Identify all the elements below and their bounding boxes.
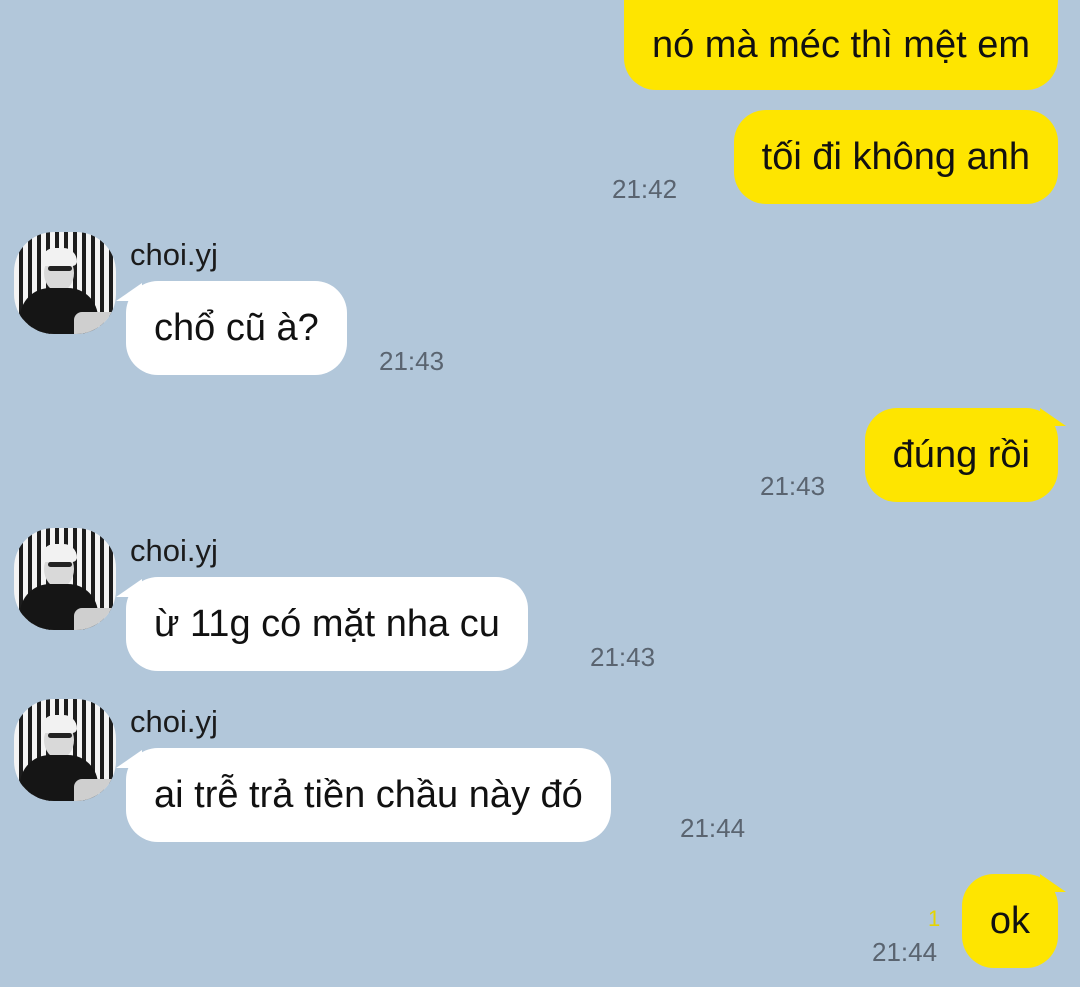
unread-count: 1 (928, 906, 941, 931)
chat-thread[interactable]: nó mà méc thì mệt em tối đi không anh 21… (0, 0, 1080, 987)
message-timestamp: 21:44 (680, 813, 746, 843)
incoming-message[interactable]: chổ cũ à? (126, 281, 347, 375)
bubble-tail (1040, 874, 1066, 892)
outgoing-message[interactable]: nó mà méc thì mệt em (623, 0, 1058, 90)
sender-avatar[interactable] (14, 232, 116, 334)
sender-name: choi.yj (130, 533, 218, 568)
outgoing-message[interactable]: đúng rồi (864, 408, 1058, 502)
message-timestamp: 21:43 (760, 471, 826, 501)
message-timestamp: 21:43 (379, 346, 445, 376)
bubble-tail (1040, 408, 1066, 426)
message-timestamp: 21:42 (612, 174, 678, 204)
incoming-message[interactable]: ừ 11g có mặt nha cu (126, 577, 528, 671)
message-timestamp: 21:44 (872, 937, 938, 967)
incoming-message[interactable]: ai trễ trả tiền chầu này đó (126, 748, 611, 842)
outgoing-message[interactable]: tối đi không anh (733, 110, 1058, 204)
sender-avatar[interactable] (14, 699, 116, 801)
message-timestamp: 21:43 (590, 642, 656, 672)
sender-name: choi.yj (130, 237, 218, 272)
sender-avatar[interactable] (14, 528, 116, 630)
sender-name: choi.yj (130, 704, 218, 739)
